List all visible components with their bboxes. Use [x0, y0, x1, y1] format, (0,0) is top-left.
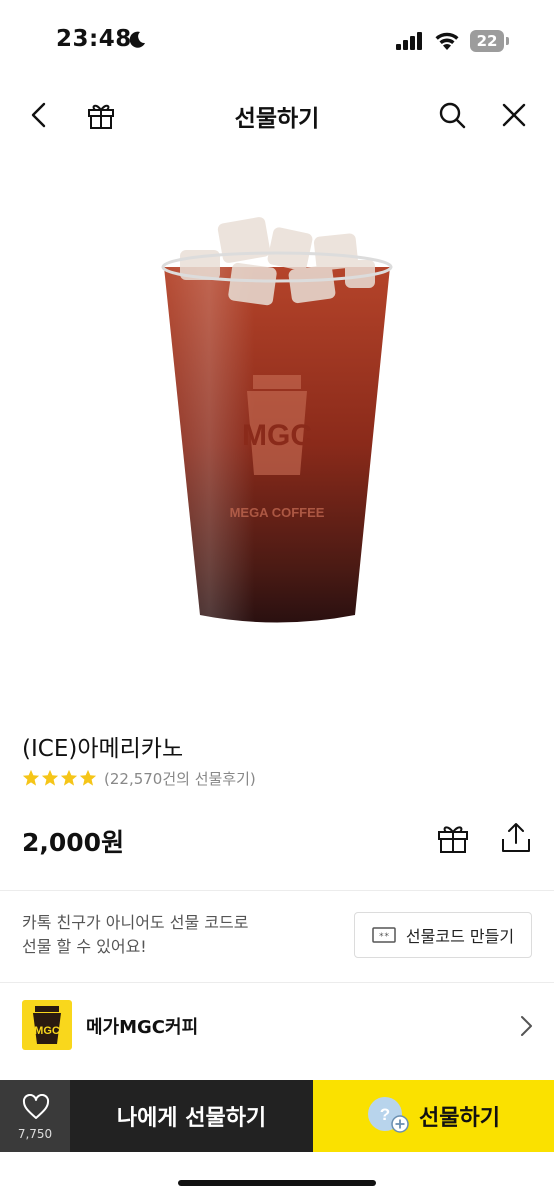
product-price: 2,000원 — [22, 828, 125, 857]
cup-brand-text: MEGA COFFEE — [230, 505, 325, 520]
wifi-icon — [435, 32, 459, 50]
like-count: 7,750 — [17, 1127, 53, 1141]
moon-icon — [129, 31, 145, 48]
status-time: 23:48 — [56, 26, 132, 52]
gift-to-self-label: 나에게 선물하기 — [116, 1106, 267, 1131]
gift-code-description: 카톡 친구가 아니어도 선물 코드로 선물 할 수 있어요! — [22, 913, 249, 956]
star-icon — [22, 769, 40, 786]
heart-icon — [22, 1094, 50, 1119]
svg-text:?: ? — [380, 1105, 390, 1124]
gift-to-self-button[interactable]: 나에게 선물하기 — [70, 1080, 313, 1152]
send-gift-button[interactable]: ? 선물하기 — [313, 1080, 554, 1152]
divider — [0, 982, 554, 983]
top-nav: 선물하기 — [0, 84, 554, 146]
star-icon — [60, 769, 78, 786]
like-button[interactable]: 7,750 — [0, 1080, 70, 1152]
product-name: (ICE)아메리카노 — [22, 736, 184, 762]
brand-row[interactable]: MGC 메가MGC커피 — [0, 999, 554, 1053]
cup-logo-text: MGC — [242, 419, 312, 452]
star-icon — [41, 769, 59, 786]
page-title: 선물하기 — [234, 106, 320, 132]
ticket-icon: ** — [372, 927, 396, 943]
battery-indicator: 22 — [470, 30, 510, 52]
gift-box-icon[interactable] — [436, 821, 470, 855]
brand-logo: MGC — [22, 1000, 72, 1050]
close-icon[interactable] — [499, 100, 529, 130]
brand-logo-icon: MGC — [33, 1006, 61, 1044]
battery-level: 22 — [470, 30, 504, 52]
send-gift-label: 선물하기 — [419, 1106, 500, 1131]
chevron-right-icon — [521, 1016, 532, 1036]
create-gift-code-label: 선물코드 만들기 — [405, 927, 515, 946]
signal-icon — [396, 32, 422, 50]
home-indicator — [178, 1180, 376, 1186]
product-image: MGC MEGA COFFEE — [161, 217, 393, 623]
brand-name: 메가MGC커피 — [86, 1017, 199, 1038]
brand-logo-text: MGC — [34, 1025, 60, 1037]
rating-row[interactable]: (22,570건의 선물후기) — [22, 767, 256, 789]
rating-stars — [22, 769, 98, 787]
create-gift-code-button[interactable]: ** 선물코드 만들기 — [354, 912, 532, 958]
search-icon[interactable] — [437, 100, 467, 130]
share-icon[interactable] — [499, 821, 533, 855]
divider — [0, 890, 554, 891]
bottom-action-bar: 7,750 나에게 선물하기 ? 선물하기 — [0, 1080, 554, 1152]
star-icon — [79, 769, 97, 786]
status-bar: 23:48 22 — [0, 0, 554, 84]
battery-tip — [506, 37, 509, 45]
add-friend-icon: ? — [368, 1097, 409, 1133]
review-count[interactable]: (22,570건의 선물후기) — [104, 768, 256, 789]
svg-text:**: ** — [379, 932, 390, 942]
